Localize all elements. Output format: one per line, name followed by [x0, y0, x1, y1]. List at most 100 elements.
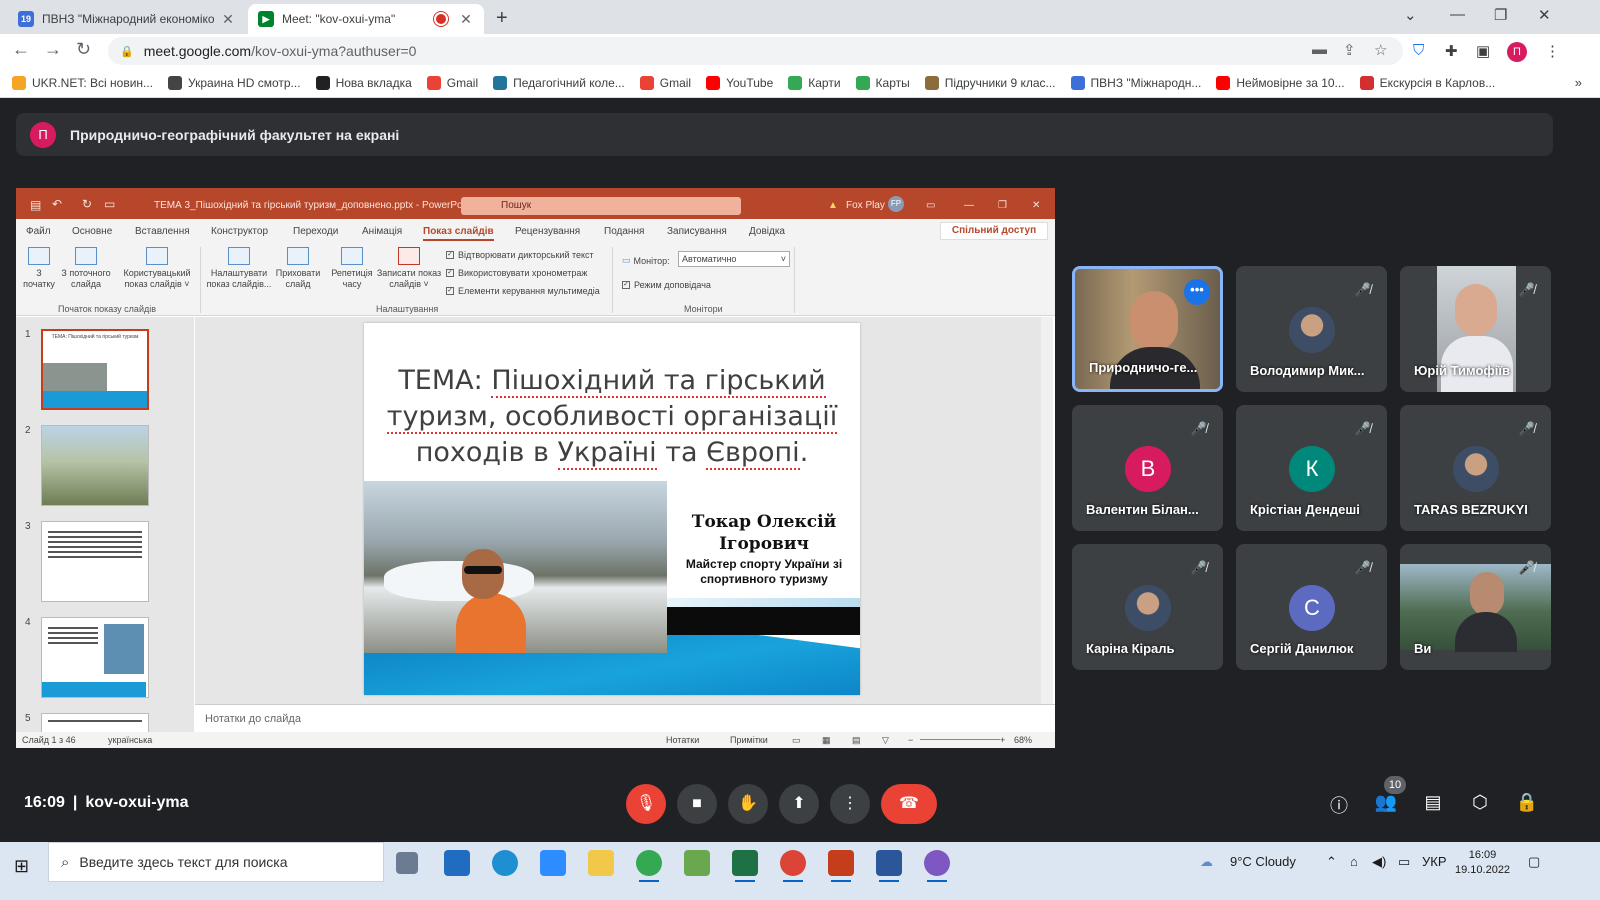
back-icon[interactable]: ←: [12, 39, 30, 60]
taskbar-clock[interactable]: 16:09 19.10.2022: [1455, 848, 1510, 878]
side-panel-icon[interactable]: ▣: [1476, 42, 1490, 60]
chrome-icon[interactable]: [636, 850, 662, 882]
from-current-button[interactable]: З поточного слайда: [58, 245, 114, 290]
bookmark-item[interactable]: UKR.NET: Всі новин...: [12, 75, 153, 90]
from-beginning-button[interactable]: Зпочатку: [20, 245, 58, 290]
slide-thumbnail[interactable]: [41, 521, 149, 602]
tab-home[interactable]: Основне: [72, 226, 112, 237]
present-button[interactable]: ⬆: [779, 784, 819, 824]
bookmark-star-icon[interactable]: ☆: [1374, 41, 1387, 59]
participant-tile[interactable]: 🎤̸ Володимир Мик...: [1236, 266, 1387, 392]
leave-call-button[interactable]: ☎: [881, 784, 937, 824]
pp-maximize-button[interactable]: ❐: [998, 200, 1007, 211]
bookmark-item[interactable]: Gmail: [426, 75, 478, 90]
zoom-slider[interactable]: [920, 739, 1000, 740]
bookmark-item[interactable]: Карты: [855, 75, 910, 90]
camera-icon[interactable]: ▬: [1312, 41, 1327, 58]
activities-icon[interactable]: ⬡: [1467, 792, 1493, 813]
custom-show-button[interactable]: Користувацький показ слайдів ˅: [120, 245, 194, 290]
address-bar[interactable]: 🔒 meet.google.com/kov-oxui-yma?authuser=…: [108, 37, 1403, 65]
bookmark-item[interactable]: YouTube: [706, 75, 773, 90]
setup-show-button[interactable]: Налаштувати показ слайдів...: [206, 245, 272, 290]
bookmark-item[interactable]: Gmail: [639, 75, 691, 90]
participant-tile[interactable]: ••• Природничо-ге...: [1072, 266, 1223, 392]
bookmark-item[interactable]: Карти: [788, 75, 841, 90]
slide-thumbnail[interactable]: [41, 713, 149, 733]
slideshow-view-icon[interactable]: ▽: [882, 735, 889, 746]
participant-tile[interactable]: 🎤̸ Каріна Кіраль: [1072, 544, 1223, 670]
media-controls-checkbox[interactable]: ✓ Елементи керування мультимедіа: [446, 286, 600, 296]
raise-hand-button[interactable]: ✋: [728, 784, 768, 824]
tab-file[interactable]: Файл: [26, 226, 51, 237]
taskbar-search[interactable]: ⌕ Введите здесь текст для поиска: [48, 842, 384, 882]
pp-minimize-button[interactable]: —: [964, 200, 974, 211]
participant-tile[interactable]: 🎤̸ Ви: [1400, 544, 1551, 670]
tab-slideshow[interactable]: Показ слайдів: [423, 226, 494, 241]
participant-tile[interactable]: 🎤̸ TARAS BEZRUKYI: [1400, 405, 1551, 531]
network-icon[interactable]: ⌂: [1350, 854, 1358, 869]
close-tab-icon[interactable]: ✕: [458, 11, 474, 28]
ribbon-display-icon[interactable]: ▭: [926, 200, 935, 211]
extension-shield-icon[interactable]: ⛉: [1413, 42, 1424, 59]
tab-pvnz[interactable]: 19 ПВНЗ "Міжнародний економіко ✕: [8, 4, 246, 34]
record-show-button[interactable]: Записати показ слайдів ˅: [376, 245, 442, 290]
bookmark-item[interactable]: ПВНЗ "Міжнародн...: [1070, 75, 1201, 90]
bookmark-item[interactable]: Украина HD смотр...: [168, 75, 301, 90]
volume-icon[interactable]: ◀): [1372, 854, 1386, 870]
bookmarks-overflow-icon[interactable]: »: [1575, 75, 1582, 90]
minimize-button[interactable]: —: [1450, 6, 1465, 23]
viber-icon[interactable]: [924, 850, 950, 882]
zoom-out-icon[interactable]: −: [908, 735, 913, 745]
close-window-button[interactable]: ✕: [1538, 6, 1551, 24]
info-icon[interactable]: ⓘ: [1326, 792, 1352, 818]
mic-off-button[interactable]: 🎙: [626, 784, 666, 824]
powerpoint-search[interactable]: Пошук: [461, 197, 741, 215]
notifications-icon[interactable]: ▢: [1528, 854, 1540, 870]
reload-icon[interactable]: ↻: [76, 39, 91, 60]
share-button[interactable]: Спільний доступ: [940, 222, 1048, 240]
tab-view[interactable]: Подання: [604, 226, 644, 237]
reading-view-icon[interactable]: ▤: [852, 735, 861, 746]
powerpoint-icon[interactable]: [828, 850, 854, 882]
bookmark-item[interactable]: Педагогічний коле...: [493, 75, 625, 90]
editor-scrollbar[interactable]: [1041, 317, 1053, 704]
current-slide[interactable]: ТЕМА: Пішохідний та гірський туризм, осо…: [364, 323, 860, 695]
menu-icon[interactable]: ⋮: [1545, 42, 1560, 60]
hide-slide-button[interactable]: Приховати слайд: [274, 245, 322, 290]
tab-help[interactable]: Довідка: [749, 226, 785, 237]
bookmark-item[interactable]: Неймовірне за 10...: [1216, 75, 1345, 90]
word-icon[interactable]: [876, 850, 902, 882]
forward-icon[interactable]: →: [44, 39, 62, 60]
task-view-icon[interactable]: [396, 852, 418, 874]
camera-button[interactable]: ■: [677, 784, 717, 824]
edge-icon[interactable]: [492, 850, 518, 876]
redo-icon[interactable]: ↻: [82, 197, 92, 211]
normal-view-icon[interactable]: ▭: [792, 735, 801, 746]
bookmark-item[interactable]: Нова вкладка: [315, 75, 412, 90]
notes-pane[interactable]: Нотатки до слайда: [195, 704, 1055, 732]
people-icon[interactable]: 👥: [1373, 792, 1399, 813]
maximize-button[interactable]: ❐: [1494, 6, 1507, 24]
zoom-in-icon[interactable]: +: [1000, 735, 1005, 745]
more-options-icon[interactable]: •••: [1184, 279, 1210, 305]
tab-insert[interactable]: Вставлення: [135, 226, 190, 237]
weather-text[interactable]: 9°C Cloudy: [1230, 854, 1296, 869]
participant-tile[interactable]: С 🎤̸ Сергій Данилюк: [1236, 544, 1387, 670]
zoom-icon[interactable]: [540, 850, 566, 876]
language-indicator[interactable]: УКР: [1422, 854, 1447, 869]
excel-icon[interactable]: [732, 850, 758, 882]
participant-tile[interactable]: К 🎤̸ Крістіан Дендеші: [1236, 405, 1387, 531]
slide-thumbnail[interactable]: ТЕМА: Пішохідний та гірський туризм: [41, 329, 149, 410]
tab-transitions[interactable]: Переходи: [293, 226, 338, 237]
close-tab-icon[interactable]: ✕: [220, 11, 236, 28]
tray-chevron-icon[interactable]: ⌃: [1326, 854, 1337, 870]
slide-thumbnail[interactable]: [41, 425, 149, 506]
tab-search-icon[interactable]: ⌄: [1404, 6, 1417, 24]
share-icon[interactable]: ⇪: [1343, 41, 1356, 59]
store-icon[interactable]: [444, 850, 470, 876]
participant-tile[interactable]: 🎤̸ Юрій Тимофіїв: [1400, 266, 1551, 392]
chrome-profile-icon[interactable]: [780, 850, 806, 882]
participant-tile[interactable]: В 🎤̸ Валентин Білан...: [1072, 405, 1223, 531]
narration-checkbox[interactable]: ✓ Відтворювати дикторський текст: [446, 250, 594, 260]
more-options-button[interactable]: ⋮: [830, 784, 870, 824]
